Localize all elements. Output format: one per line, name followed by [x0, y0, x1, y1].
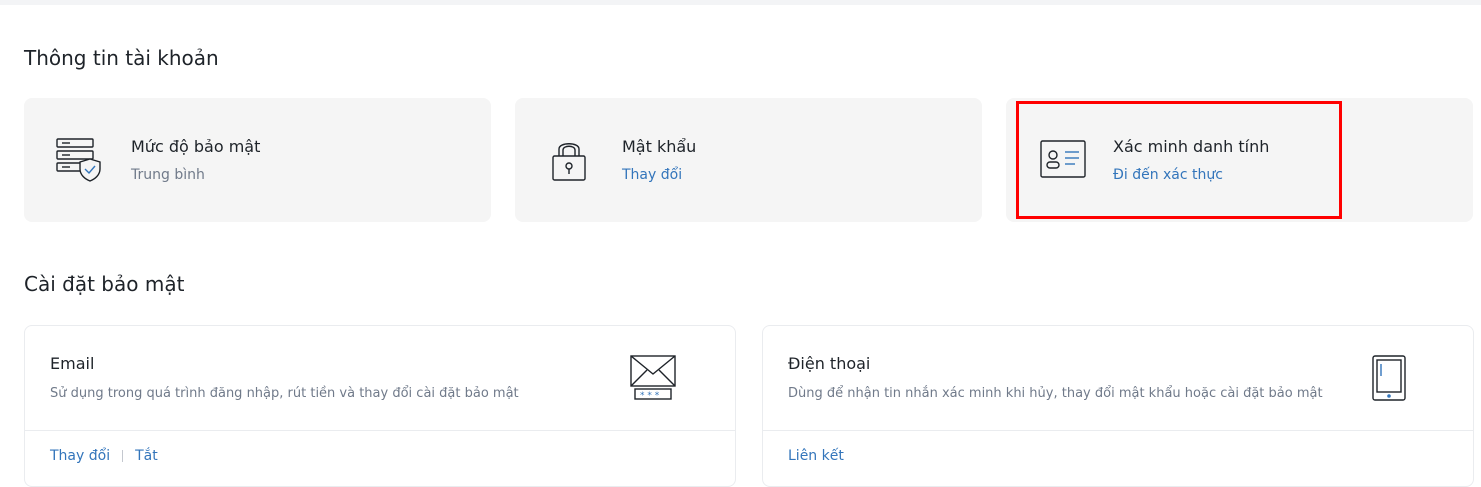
- top-divider: [0, 0, 1481, 5]
- security-settings-title: Cài đặt bảo mật: [24, 272, 185, 296]
- phone-icon: [1363, 354, 1411, 402]
- email-disable-link[interactable]: Tắt: [135, 448, 158, 464]
- password-title: Mật khẩu: [622, 137, 697, 156]
- email-change-link[interactable]: Thay đổi: [50, 448, 110, 464]
- action-separator: [122, 450, 124, 462]
- phone-title: Điện thoại: [788, 354, 871, 373]
- id-card-icon: [1039, 136, 1087, 184]
- phone-card-divider: [763, 430, 1473, 431]
- go-to-verification-link[interactable]: Đi đến xác thực: [1113, 166, 1269, 184]
- email-setting-card: Email Sử dụng trong quá trình đăng nhập,…: [24, 325, 736, 487]
- security-level-icon: [54, 136, 102, 184]
- security-level-value: Trung bình: [131, 167, 205, 183]
- email-card-divider: [25, 430, 735, 431]
- account-info-title: Thông tin tài khoản: [24, 46, 219, 70]
- identity-verification-card: Xác minh danh tính Đi đến xác thực: [1006, 98, 1473, 222]
- password-card: Mật khẩu Thay đổi: [515, 98, 982, 222]
- padlock-icon: [545, 136, 593, 184]
- phone-description: Dùng để nhận tin nhắn xác minh khi hủy, …: [788, 386, 1323, 401]
- email-title: Email: [50, 354, 95, 373]
- email-description: Sử dụng trong quá trình đăng nhập, rút t…: [50, 386, 519, 401]
- identity-verification-title: Xác minh danh tính: [1113, 137, 1270, 156]
- phone-setting-card: Điện thoại Dùng để nhận tin nhắn xác min…: [762, 325, 1474, 487]
- svg-text:* * *: * * *: [640, 391, 660, 401]
- change-password-link[interactable]: Thay đổi: [622, 166, 696, 184]
- security-level-card: Mức độ bảo mật Trung bình: [24, 98, 491, 222]
- phone-link-button[interactable]: Liên kết: [788, 448, 844, 464]
- security-level-title: Mức độ bảo mật: [131, 137, 261, 156]
- envelope-icon: * * *: [629, 354, 677, 402]
